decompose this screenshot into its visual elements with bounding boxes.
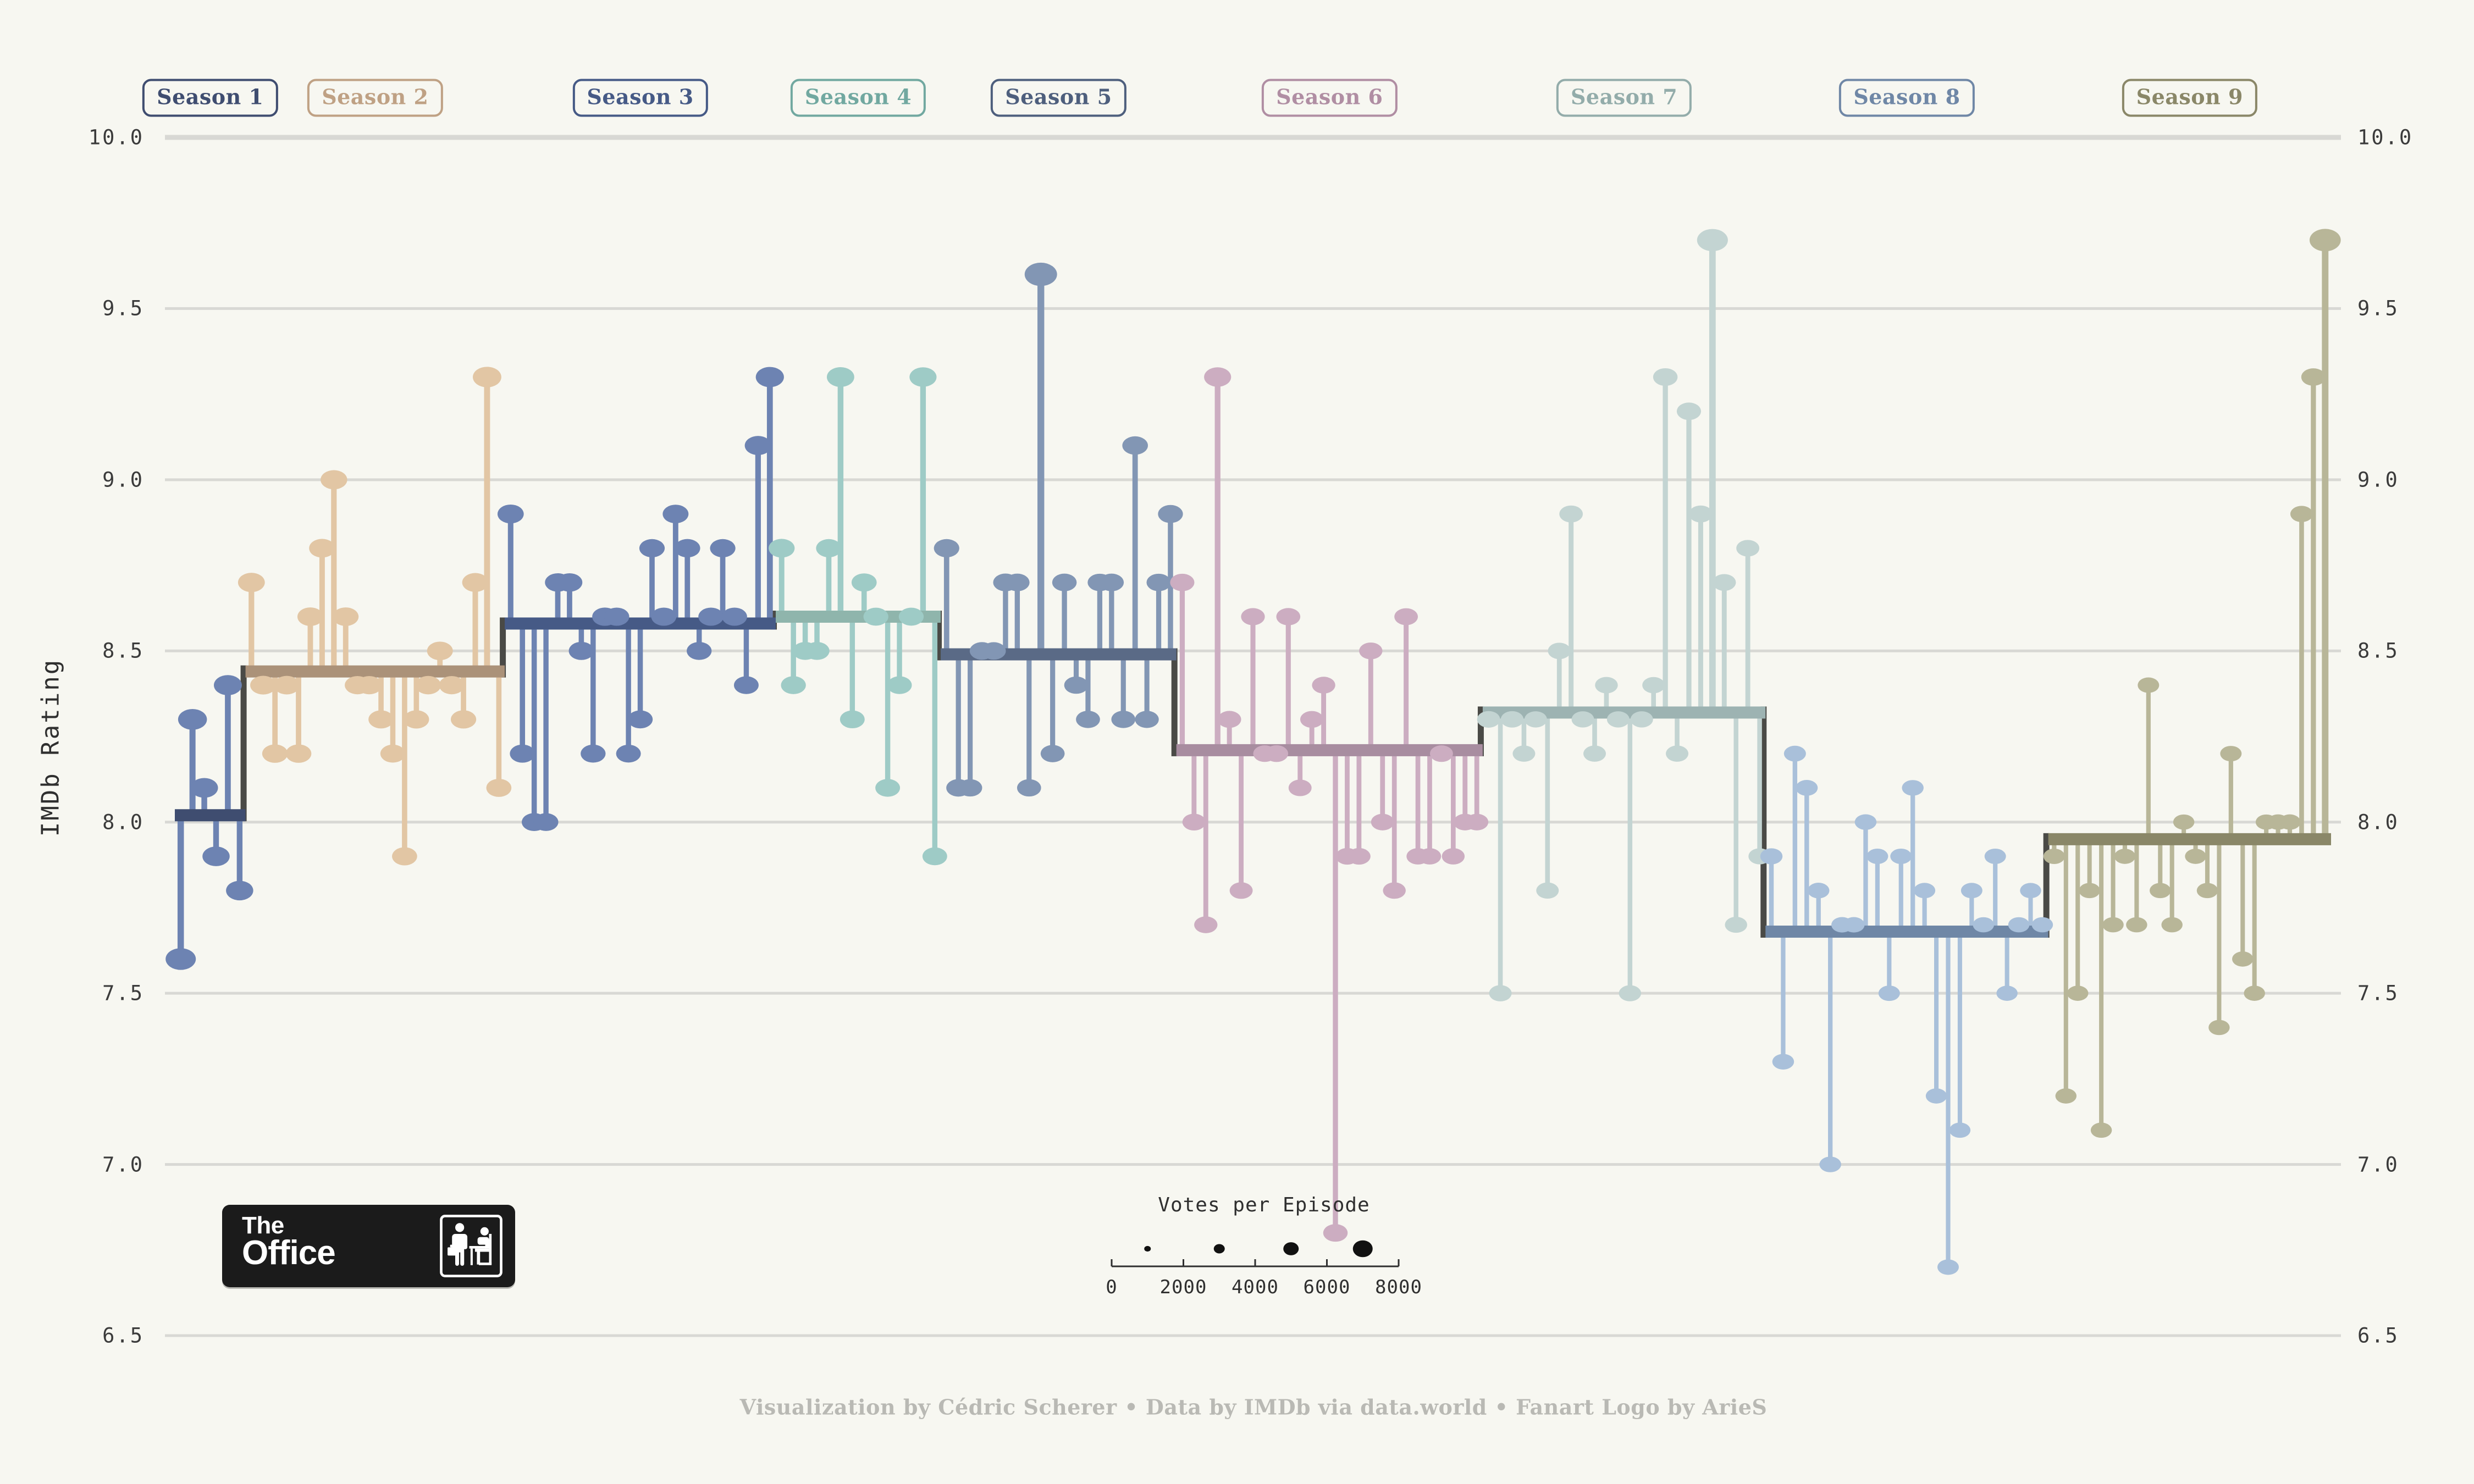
y-tick-right-9-5: 9.5: [2357, 296, 2399, 320]
caption: Visualization by Cédric Scherer • Data b…: [739, 1394, 1768, 1420]
season-label-7[interactable]: Season 7: [1556, 79, 1692, 117]
season-label-1[interactable]: Season 1: [142, 79, 278, 117]
season-label-8[interactable]: Season 8: [1839, 79, 1975, 117]
season-label-4[interactable]: Season 4: [790, 79, 926, 117]
y-axis-title: IMDb Rating: [36, 658, 65, 837]
y-tick-left-6-5: 6.5: [102, 1324, 144, 1348]
chart-canvas: IMDb Rating 10.0 9.5 9.0 8.5 8.0 7.5 7.0 6.5 10…: [0, 0, 2474, 1484]
y-tick-left-7-0: 7.0: [102, 1153, 144, 1177]
size-legend-tick-2000: 2000: [1159, 1276, 1207, 1298]
y-tick-right-9-0: 9.0: [2357, 468, 2399, 492]
the-office-logo: The Office: [222, 1205, 515, 1287]
y-tick-left-9-5: 9.5: [102, 296, 144, 320]
y-tick-right-7-0: 7.0: [2357, 1153, 2399, 1177]
y-tick-left-8-0: 8.0: [102, 810, 144, 834]
size-legend-tick-0: 0: [1106, 1276, 1118, 1298]
size-legend: Votes per Episode 0 2000 4000 6000 8000: [1102, 1194, 1426, 1309]
y-tick-right-8-0: 8.0: [2357, 810, 2399, 834]
y-tick-left-10-0: 10.0: [88, 125, 144, 149]
y-tick-right-6-5: 6.5: [2357, 1324, 2399, 1348]
y-tick-right-7-5: 7.5: [2357, 981, 2399, 1005]
logo-line-2: Office: [242, 1234, 336, 1272]
season-label-5[interactable]: Season 5: [991, 79, 1126, 117]
office-workers-icon: [440, 1215, 502, 1277]
season-label-2[interactable]: Season 2: [307, 79, 443, 117]
y-tick-right-10-0: 10.0: [2357, 125, 2414, 149]
y-tick-left-9-0: 9.0: [102, 468, 144, 492]
size-legend-tick-8000: 8000: [1375, 1276, 1422, 1298]
y-tick-left-8-5: 8.5: [102, 639, 144, 663]
season-label-6[interactable]: Season 6: [1262, 79, 1398, 117]
size-legend-tick-6000: 6000: [1303, 1276, 1351, 1298]
y-tick-left-7-5: 7.5: [102, 981, 144, 1005]
y-tick-right-8-5: 8.5: [2357, 639, 2399, 663]
season-label-9[interactable]: Season 9: [2122, 79, 2257, 117]
size-legend-tick-4000: 4000: [1232, 1276, 1279, 1298]
season-label-3[interactable]: Season 3: [572, 79, 708, 117]
